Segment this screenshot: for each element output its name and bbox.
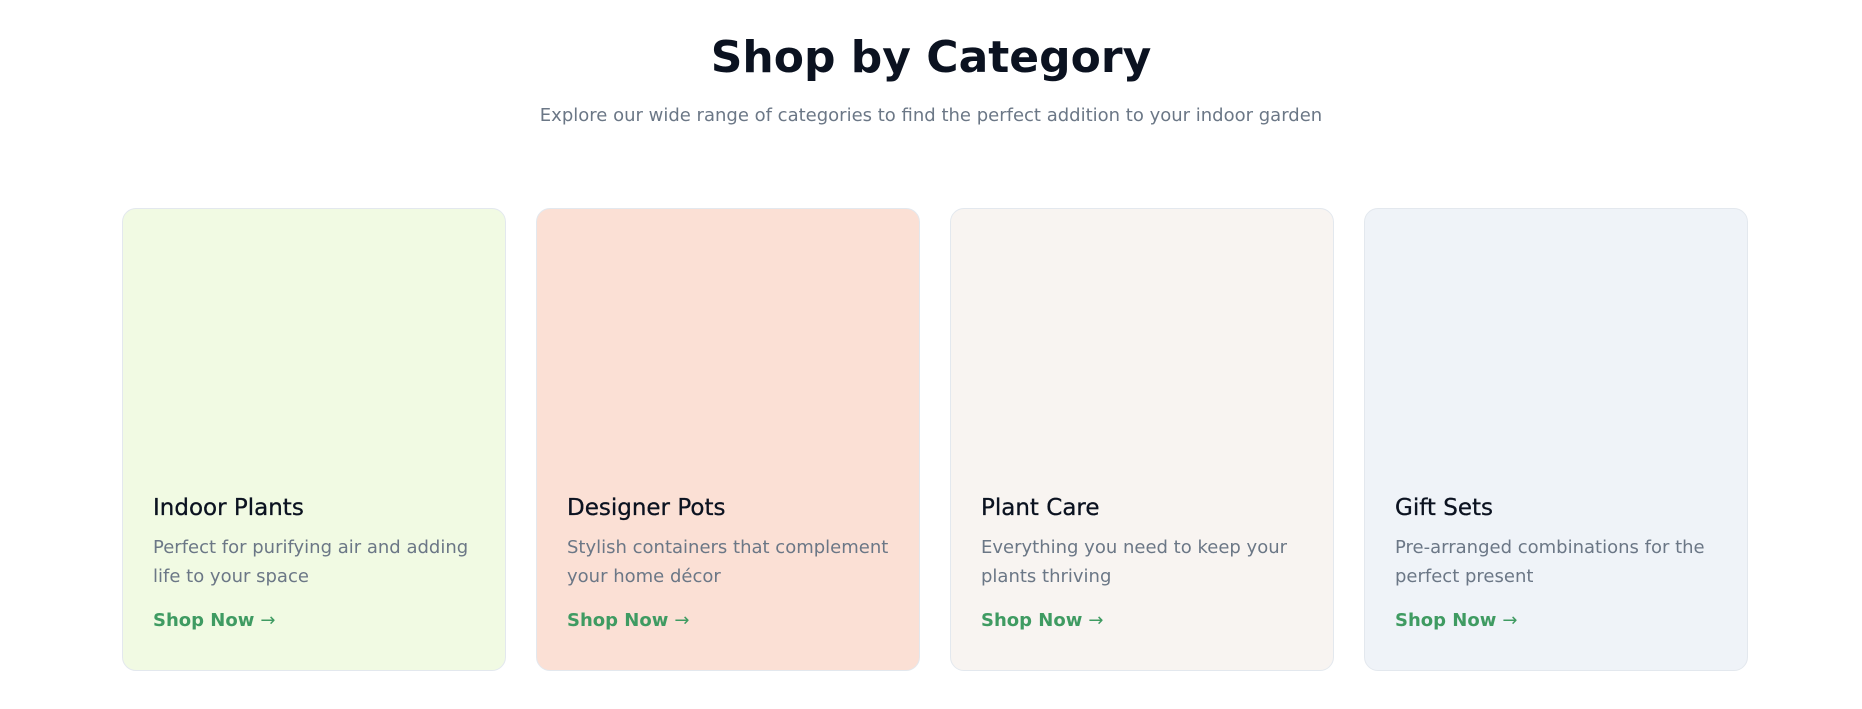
category-card-plant-care[interactable]: Plant Care Everything you need to keep y… (950, 208, 1334, 671)
card-description: Pre-arranged combinations for the perfec… (1395, 537, 1705, 587)
card-body: Indoor Plants Perfect for purifying air … (153, 493, 481, 633)
section-title: Shop by Category (710, 32, 1152, 83)
card-body: Plant Care Everything you need to keep y… (981, 493, 1309, 633)
shop-now-label: Shop Now (567, 610, 669, 631)
card-body: Gift Sets Pre-arranged combinations for … (1395, 493, 1723, 633)
category-card-designer-pots[interactable]: Designer Pots Stylish containers that co… (536, 208, 920, 671)
arrow-right-icon: → (1502, 610, 1518, 631)
card-title: Plant Care (981, 495, 1100, 521)
card-description: Stylish containers that complement your … (567, 537, 889, 587)
category-card-gift-sets[interactable]: Gift Sets Pre-arranged combinations for … (1364, 208, 1748, 671)
card-body: Designer Pots Stylish containers that co… (567, 493, 895, 633)
arrow-right-icon: → (1088, 610, 1104, 631)
shop-now-link[interactable]: Shop Now → (153, 609, 275, 633)
card-description: Perfect for purifying air and adding lif… (153, 537, 469, 587)
shop-now-link[interactable]: Shop Now → (567, 609, 689, 633)
section-subtitle: Explore our wide range of categories to … (539, 105, 1323, 126)
category-card-grid: Indoor Plants Perfect for purifying air … (122, 208, 1748, 671)
shop-now-label: Shop Now (981, 610, 1083, 631)
shop-now-label: Shop Now (153, 610, 255, 631)
card-description: Everything you need to keep your plants … (981, 537, 1288, 587)
arrow-right-icon: → (674, 610, 690, 631)
shop-by-category-section: Shop by Category Explore our wide range … (0, 0, 1862, 709)
shop-now-link[interactable]: Shop Now → (1395, 609, 1517, 633)
shop-now-link[interactable]: Shop Now → (981, 609, 1103, 633)
card-title: Indoor Plants (153, 495, 304, 521)
shop-now-label: Shop Now (1395, 610, 1497, 631)
card-title: Designer Pots (567, 495, 726, 521)
category-card-indoor-plants[interactable]: Indoor Plants Perfect for purifying air … (122, 208, 506, 671)
card-title: Gift Sets (1395, 495, 1493, 521)
arrow-right-icon: → (260, 610, 276, 631)
